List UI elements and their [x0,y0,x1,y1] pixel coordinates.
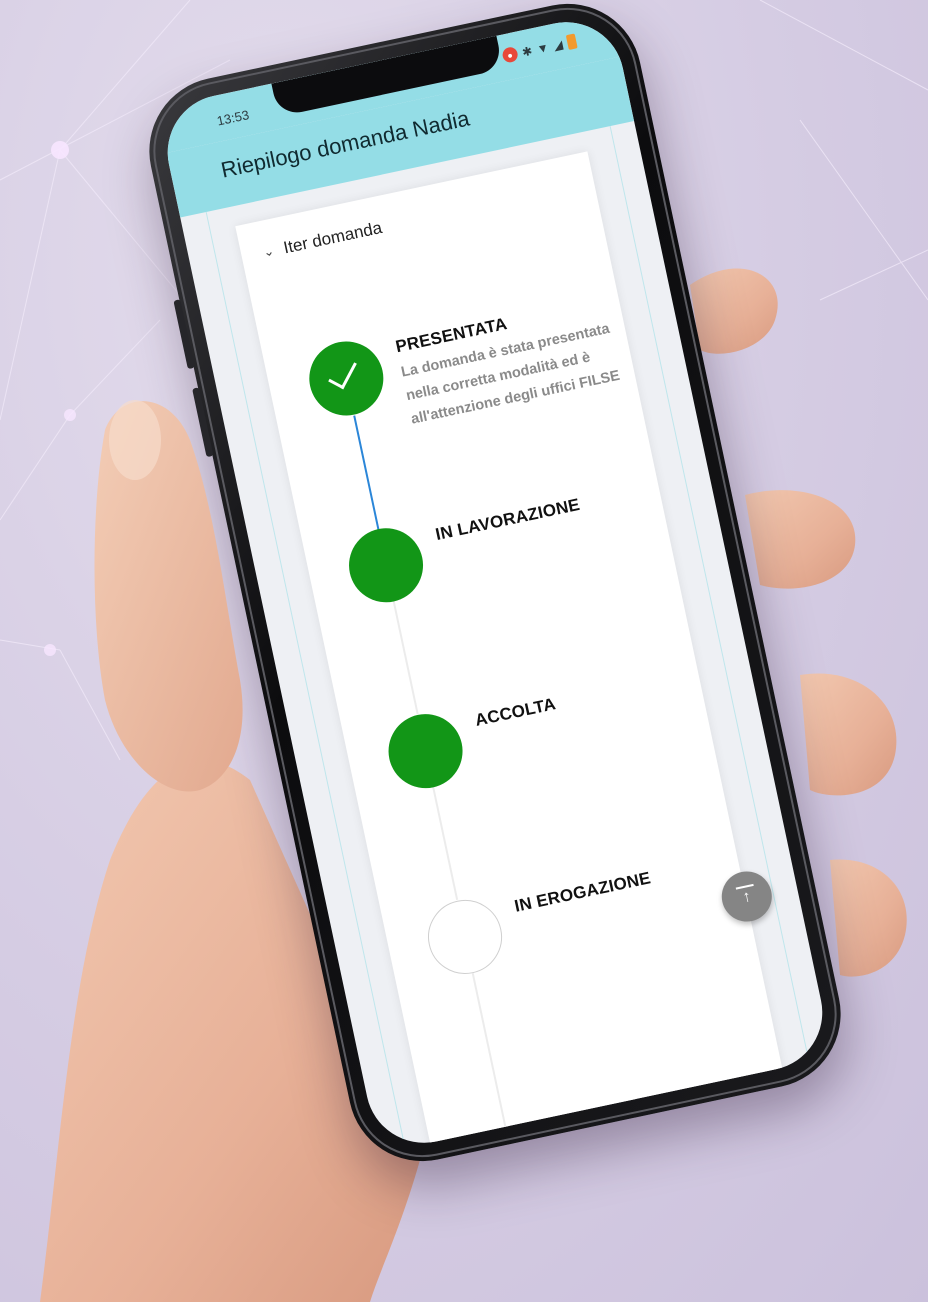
screen-record-icon: ● [501,45,519,64]
signal-icon: ◢ [551,36,564,53]
timeline-connector [392,601,419,715]
battery-icon [565,33,578,50]
wifi-icon: ▼ [535,39,550,56]
step-status-done [381,707,470,796]
scroll-to-top-icon: ↑ [735,883,758,909]
status-icons: ● ✱ ▼ ◢ [501,33,578,64]
scroll-to-top-icon-arrow: ↑ [741,887,753,907]
step-label: IN LAVORAZIONE [433,494,582,545]
check-icon [328,355,357,390]
step-label: ACCOLTA [473,694,558,730]
step-label: IN EROGAZIONE [512,868,653,916]
timeline-connector [432,787,459,901]
step-status-done [302,334,391,423]
timeline-connector [353,415,381,534]
status-time: 13:53 [215,107,251,129]
bluetooth-icon: ✱ [520,43,534,60]
step-status-pending [421,893,509,981]
step-status-done [342,521,430,610]
